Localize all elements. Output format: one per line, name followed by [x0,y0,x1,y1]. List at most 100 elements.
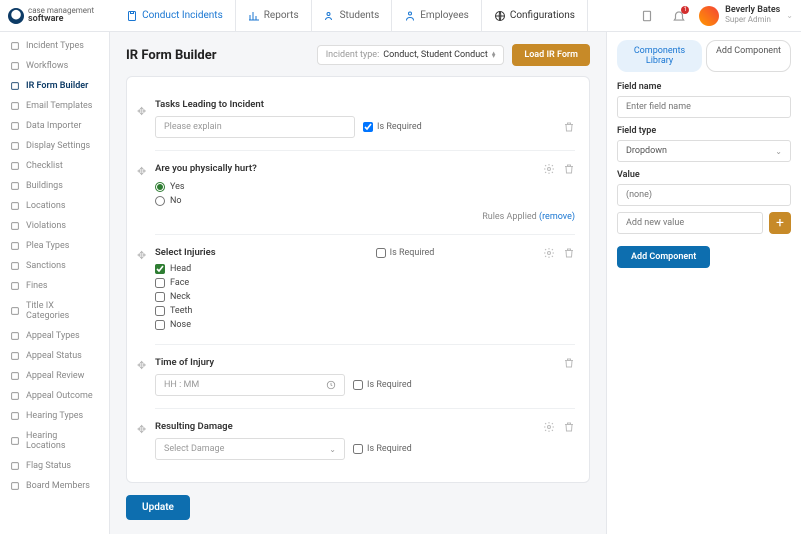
add-component-button[interactable]: Add Component [617,246,710,268]
menu-item-icon [10,306,20,316]
remove-rules-link[interactable]: (remove) [539,212,575,222]
sidebar-item-buildings[interactable]: Buildings [0,176,109,196]
nav-employees[interactable]: Employees [392,0,482,31]
injury-teeth[interactable]: Teeth [155,304,543,318]
nav-reports[interactable]: Reports [236,0,312,31]
field-name-label: Field name [617,82,791,92]
add-value-input[interactable] [617,212,763,234]
globe-icon [494,10,506,22]
sidebar-item-data-importer[interactable]: Data Importer [0,116,109,136]
menu-item-icon [10,371,20,381]
sidebar-item-appeal-outcome[interactable]: Appeal Outcome [0,386,109,406]
sidebar-item-title-ix-categories[interactable]: Title IX Categories [0,296,109,326]
menu-item-icon [10,101,20,111]
time-required[interactable]: Is Required [353,380,412,390]
content-area: IR Form Builder Incident type: Conduct, … [110,32,606,534]
trash-icon[interactable] [563,121,575,133]
injuries-required[interactable]: Is Required [376,248,435,258]
sidebar-item-sanctions[interactable]: Sanctions [0,256,109,276]
sidebar-item-checklist[interactable]: Checklist [0,156,109,176]
notifications-button[interactable]: 1 [667,4,691,28]
sidebar-item-appeal-review[interactable]: Appeal Review [0,366,109,386]
field-type-select[interactable]: Dropdown ⌄ [617,140,791,162]
sidebar-item-hearing-locations[interactable]: Hearing Locations [0,426,109,456]
sidebar-item-violations[interactable]: Violations [0,216,109,236]
tab-components-library[interactable]: Components Library [617,40,702,72]
drag-handle-icon[interactable]: ✥ [137,423,146,436]
sidebar-item-ir-form-builder[interactable]: IR Form Builder [0,76,109,96]
sidebar-item-plea-types[interactable]: Plea Types [0,236,109,256]
sidebar-item-appeal-types[interactable]: Appeal Types [0,326,109,346]
rules-applied: Rules Applied (remove) [155,212,575,222]
nav-conduct-incidents[interactable]: Conduct Incidents [114,0,236,31]
update-button[interactable]: Update [126,495,190,520]
chevron-down-icon: ⌄ [329,445,336,454]
gear-icon[interactable] [543,247,555,259]
load-ir-form-button[interactable]: Load IR Form [512,44,590,66]
trash-icon[interactable] [563,421,575,433]
field-name-input[interactable] [617,96,791,118]
value-label: Value [617,170,791,180]
brand-logo: ⬤ case management software [8,7,94,24]
injury-head[interactable]: Head [155,262,543,276]
tab-add-component[interactable]: Add Component [706,40,791,72]
nav-configurations[interactable]: Configurations [482,0,588,31]
hurt-yes[interactable]: Yes [155,180,543,194]
drag-handle-icon[interactable]: ✥ [137,359,146,372]
menu-item-icon [10,221,20,231]
user-role: Super Admin [725,16,780,25]
menu-item-icon [10,331,20,341]
gear-icon[interactable] [543,163,555,175]
user-menu[interactable]: Beverly Bates Super Admin ⌄ [699,6,793,26]
clipboard-icon [126,10,138,22]
incident-type-select[interactable]: Incident type: Conduct, Student Conduct … [317,45,505,65]
drag-handle-icon[interactable]: ✥ [137,249,146,262]
tasks-input[interactable]: Please explain [155,116,355,138]
sidebar-item-flag-status[interactable]: Flag Status [0,456,109,476]
gear-icon[interactable] [543,421,555,433]
injury-face[interactable]: Face [155,276,543,290]
users-icon [324,10,336,22]
field-type-label: Field type [617,126,791,136]
tasks-required[interactable]: Is Required [363,122,422,132]
chevron-down-icon: ⌄ [786,11,793,20]
damage-required[interactable]: Is Required [353,444,412,454]
sidebar-item-workflows[interactable]: Workflows [0,56,109,76]
sort-arrows-icon: ▴▾ [492,52,496,59]
logo-icon: ⬤ [8,8,24,24]
menu-item-icon [10,201,20,211]
drag-handle-icon[interactable]: ✥ [137,165,146,178]
top-nav: Conduct Incidents Reports Students Emplo… [114,0,588,31]
sidebar-item-appeal-status[interactable]: Appeal Status [0,346,109,366]
sidebar-item-fines[interactable]: Fines [0,276,109,296]
time-input[interactable]: HH : MM [155,374,345,396]
add-value-button[interactable]: + [769,212,791,234]
sidebar-item-display-settings[interactable]: Display Settings [0,136,109,156]
sidebar-item-incident-types[interactable]: Incident Types [0,36,109,56]
clipboard-button[interactable] [635,4,659,28]
trash-icon[interactable] [563,357,575,369]
trash-icon[interactable] [563,163,575,175]
menu-item-icon [10,261,20,271]
right-panel: Components Library Add Component Field n… [606,32,801,534]
trash-icon[interactable] [563,247,575,259]
drag-handle-icon[interactable]: ✥ [137,105,146,118]
clipboard-small-icon [640,9,654,23]
injury-neck[interactable]: Neck [155,290,543,304]
nav-students[interactable]: Students [312,0,393,31]
damage-select[interactable]: Select Damage ⌄ [155,438,345,460]
field-hurt: ✥ Are you physically hurt? Yes No Rules … [155,150,575,230]
menu-item-icon [10,351,20,361]
sidebar-item-board-members[interactable]: Board Members [0,476,109,496]
sidebar-item-hearing-types[interactable]: Hearing Types [0,406,109,426]
top-bar: ⬤ case management software Conduct Incid… [0,0,801,32]
injury-nose[interactable]: Nose [155,318,543,332]
sidebar-item-locations[interactable]: Locations [0,196,109,216]
notification-badge: 1 [681,6,689,14]
hurt-no[interactable]: No [155,194,543,208]
value-input[interactable] [617,184,791,206]
sidebar-item-email-templates[interactable]: Email Templates [0,96,109,116]
menu-item-icon [10,281,20,291]
menu-item-icon [10,61,20,71]
menu-item-icon [10,241,20,251]
